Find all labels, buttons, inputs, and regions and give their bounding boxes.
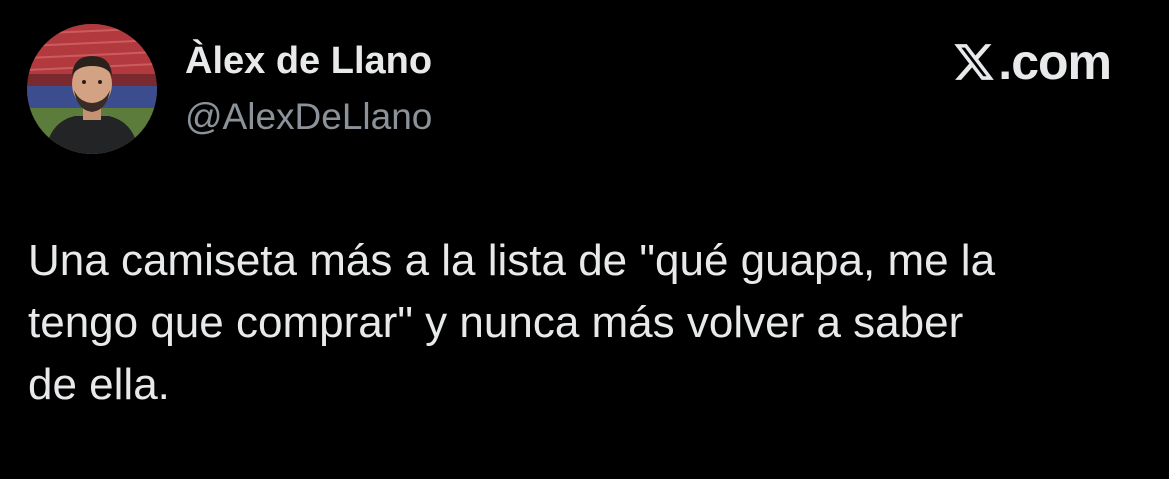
tweet-line: de ella. xyxy=(28,360,170,409)
x-logo-icon xyxy=(954,44,995,80)
x-brand: .com xyxy=(952,32,1112,92)
profile-photo-icon xyxy=(27,24,157,154)
author-handle[interactable]: @AlexDeLlano xyxy=(185,94,432,140)
brand-domain: .com xyxy=(998,34,1112,90)
tweet-card: Àlex de Llano @AlexDeLlano .com Una cami… xyxy=(0,0,1169,479)
author-display-name[interactable]: Àlex de Llano xyxy=(185,38,432,84)
avatar[interactable] xyxy=(27,24,157,154)
tweet-text: Una camiseta más a la lista de "qué guap… xyxy=(28,230,1148,416)
tweet-line: Una camiseta más a la lista de "qué guap… xyxy=(28,236,996,285)
author-block: Àlex de Llano @AlexDeLlano xyxy=(185,38,432,140)
tweet-line: tengo que comprar" y nunca más volver a … xyxy=(28,298,964,347)
